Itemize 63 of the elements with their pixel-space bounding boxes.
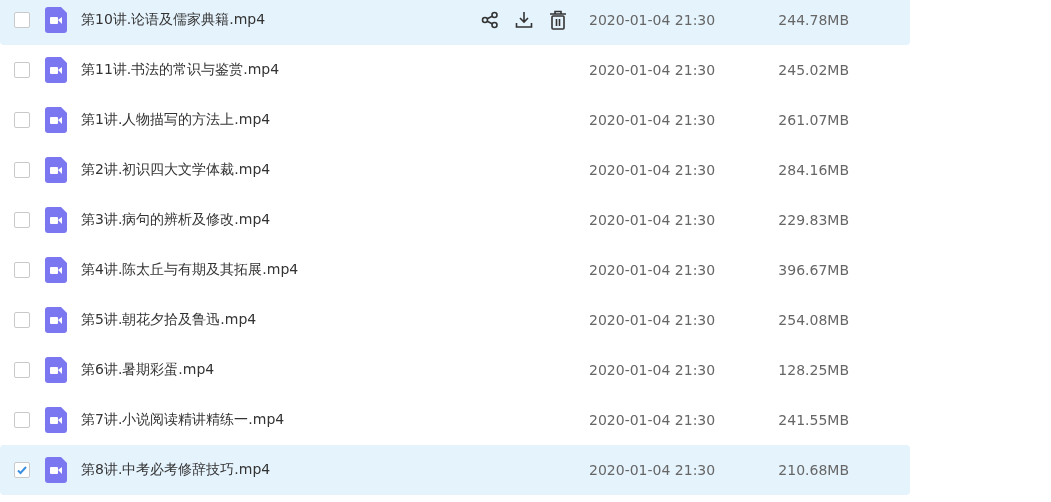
- video-file-icon: [45, 157, 67, 183]
- file-name[interactable]: 第5讲.朝花夕拾及鲁迅.mp4: [81, 311, 481, 329]
- checkbox[interactable]: [14, 112, 30, 128]
- checkbox[interactable]: [14, 262, 30, 278]
- video-file-icon: [45, 57, 67, 83]
- file-row[interactable]: 第8讲.中考必考修辞技巧.mp4 2020-01-04 21:30 210.68MB: [0, 445, 910, 495]
- file-row[interactable]: 第4讲.陈太丘与有期及其拓展.mp4 2020-01-04 21:30 396.67MB: [0, 245, 910, 295]
- file-row[interactable]: 第5讲.朝花夕拾及鲁迅.mp4 2020-01-04 21:30 254.08MB: [0, 295, 910, 345]
- file-size: 210.68MB: [777, 462, 849, 478]
- file-size: 244.78MB: [777, 12, 849, 28]
- file-size: 229.83MB: [777, 212, 849, 228]
- video-file-icon: [45, 207, 67, 233]
- download-icon[interactable]: [515, 11, 533, 29]
- file-row[interactable]: 第7讲.小说阅读精讲精练一.mp4 2020-01-04 21:30 241.55MB: [0, 395, 910, 445]
- file-size: 254.08MB: [777, 312, 849, 328]
- checkbox[interactable]: [14, 162, 30, 178]
- video-file-icon: [45, 107, 67, 133]
- file-row[interactable]: 第2讲.初识四大文学体裁.mp4 2020-01-04 21:30 284.16MB: [0, 145, 910, 195]
- video-file-icon: [45, 357, 67, 383]
- file-size: 396.67MB: [777, 262, 849, 278]
- modified-date: 2020-01-04 21:30: [589, 162, 717, 178]
- checkbox[interactable]: [14, 362, 30, 378]
- share-icon[interactable]: [481, 11, 499, 29]
- file-size: 261.07MB: [777, 112, 849, 128]
- modified-date: 2020-01-04 21:30: [589, 262, 717, 278]
- file-name[interactable]: 第7讲.小说阅读精讲精练一.mp4: [81, 411, 481, 429]
- file-row[interactable]: 第3讲.病句的辨析及修改.mp4 2020-01-04 21:30 229.83MB: [0, 195, 910, 245]
- file-name[interactable]: 第4讲.陈太丘与有期及其拓展.mp4: [81, 261, 481, 279]
- checkbox[interactable]: [14, 462, 30, 478]
- checkbox[interactable]: [14, 12, 30, 28]
- file-name[interactable]: 第3讲.病句的辨析及修改.mp4: [81, 211, 481, 229]
- modified-date: 2020-01-04 21:30: [589, 112, 717, 128]
- file-name[interactable]: 第1讲.人物描写的方法上.mp4: [81, 111, 481, 129]
- modified-date: 2020-01-04 21:30: [589, 362, 717, 378]
- modified-date: 2020-01-04 21:30: [589, 62, 717, 78]
- video-file-icon: [45, 257, 67, 283]
- modified-date: 2020-01-04 21:30: [589, 12, 717, 28]
- file-name[interactable]: 第2讲.初识四大文学体裁.mp4: [81, 161, 481, 179]
- checkbox[interactable]: [14, 412, 30, 428]
- file-row[interactable]: 第11讲.书法的常识与鉴赏.mp4 2020-01-04 21:30 245.02MB: [0, 45, 910, 95]
- modified-date: 2020-01-04 21:30: [589, 462, 717, 478]
- modified-date: 2020-01-04 21:30: [589, 312, 717, 328]
- video-file-icon: [45, 7, 67, 33]
- file-size: 241.55MB: [777, 412, 849, 428]
- file-size: 245.02MB: [777, 62, 849, 78]
- file-row[interactable]: 第6讲.暑期彩蛋.mp4 2020-01-04 21:30 128.25MB: [0, 345, 910, 395]
- checkbox[interactable]: [14, 212, 30, 228]
- file-name[interactable]: 第11讲.书法的常识与鉴赏.mp4: [81, 61, 481, 79]
- delete-icon[interactable]: [549, 10, 567, 30]
- modified-date: 2020-01-04 21:30: [589, 212, 717, 228]
- checkbox[interactable]: [14, 62, 30, 78]
- file-name[interactable]: 第8讲.中考必考修辞技巧.mp4: [81, 461, 481, 479]
- file-row[interactable]: 第10讲.论语及儒家典籍.mp4 2020-01-04 21:30 244.78MB: [0, 0, 910, 45]
- video-file-icon: [45, 457, 67, 483]
- file-name[interactable]: 第10讲.论语及儒家典籍.mp4: [81, 11, 481, 29]
- modified-date: 2020-01-04 21:30: [589, 412, 717, 428]
- file-size: 128.25MB: [777, 362, 849, 378]
- file-row[interactable]: 第1讲.人物描写的方法上.mp4 2020-01-04 21:30 261.07MB: [0, 95, 910, 145]
- checkbox[interactable]: [14, 312, 30, 328]
- file-size: 284.16MB: [777, 162, 849, 178]
- file-name[interactable]: 第6讲.暑期彩蛋.mp4: [81, 361, 481, 379]
- video-file-icon: [45, 307, 67, 333]
- video-file-icon: [45, 407, 67, 433]
